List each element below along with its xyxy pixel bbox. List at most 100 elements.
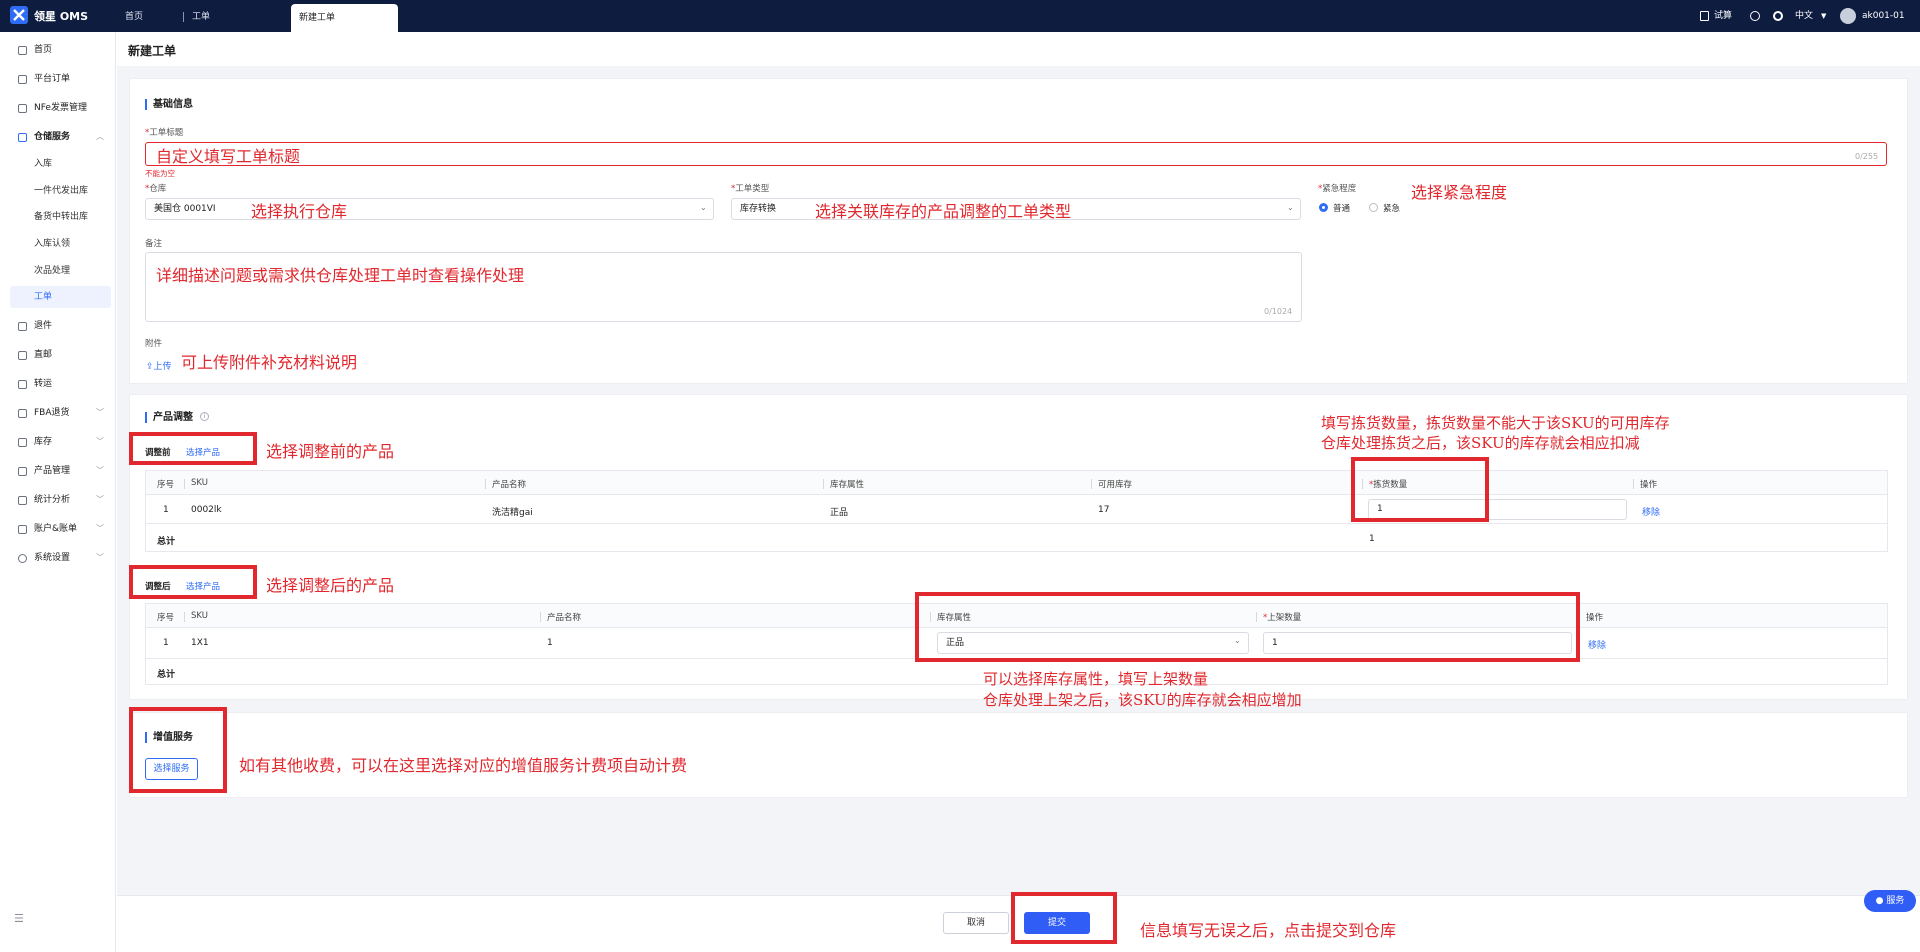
sidebar-item-stats[interactable]: 统计分析 ﹀: [0, 488, 116, 512]
type-chevron-icon[interactable]: ⌄: [1287, 203, 1294, 212]
settings-icon: [18, 554, 27, 563]
fba-icon: [18, 409, 27, 418]
sidebar-subitem-workorder[interactable]: 工单: [34, 286, 114, 308]
sidebar-item-direct-mail[interactable]: 直邮: [0, 343, 116, 367]
title-error: 不能为空: [145, 169, 175, 178]
before-row-name: 洗洁精gai: [492, 508, 533, 518]
annotation-before: 选择调整前的产品: [266, 442, 395, 461]
top-navigation-bar: [0, 0, 1920, 32]
chevron-down-icon: ﹀: [96, 437, 104, 446]
page-title: 新建工单: [128, 44, 177, 58]
sidebar-item-platform-orders[interactable]: 平台订单: [0, 67, 116, 91]
sidebar-item-nfe[interactable]: NFe发票管理: [0, 96, 116, 120]
after-col-index: 序号: [157, 613, 175, 623]
urgency-radio-urgent[interactable]: [1369, 203, 1378, 212]
column-separator: [1091, 479, 1092, 489]
highlight-attr-qty: [915, 592, 1580, 662]
urgency-radio-normal[interactable]: [1319, 203, 1328, 212]
transfer-icon: [18, 380, 27, 389]
column-separator: [184, 479, 185, 489]
remark-counter: 0/1024: [1264, 307, 1293, 316]
sidebar-subitem-inbound[interactable]: 入库: [34, 153, 114, 175]
sidebar-item-warehouse-service[interactable]: 仓储服务 ︿: [0, 125, 116, 149]
highlight-after-selector: [129, 565, 257, 599]
sidebar-item-transfer[interactable]: 转运: [0, 372, 116, 396]
column-separator: [1633, 479, 1634, 489]
after-row-sku: 1X1: [191, 638, 209, 648]
urgency-normal-label: 普通: [1333, 204, 1351, 214]
sidebar-item-inventory[interactable]: 库存 ﹀: [0, 430, 116, 454]
annotation-vas: 如有其他收费，可以在这里选择对应的增值服务计费项自动计费: [239, 756, 688, 775]
before-col-action: 操作: [1640, 480, 1658, 490]
type-label: *工单类型: [731, 184, 770, 194]
highlight-pick-qty: [1351, 457, 1489, 522]
cancel-button[interactable]: 取消: [943, 912, 1009, 934]
download-icon[interactable]: [1750, 11, 1760, 21]
sidebar-item-product[interactable]: 产品管理 ﹀: [0, 459, 116, 483]
before-row-remove-link[interactable]: 移除: [1642, 505, 1660, 518]
sidebar-subitem-transfer-out[interactable]: 备货中转出库: [34, 206, 114, 228]
sidebar-item-settings[interactable]: 系统设置 ﹀: [0, 546, 116, 570]
before-table-header: [146, 471, 1887, 495]
tab-home[interactable]: 首页: [125, 0, 143, 32]
title-input[interactable]: [145, 142, 1887, 166]
warehouse-select[interactable]: 美国仓 0001VI: [145, 198, 714, 220]
sidebar-item-fba-returns[interactable]: FBA退货 ﹀: [0, 401, 116, 425]
before-row-available: 17: [1098, 505, 1110, 515]
highlight-before-selector: [129, 432, 257, 465]
before-col-available: 可用库存: [1098, 480, 1133, 490]
after-row-name: 1: [547, 638, 553, 648]
sidebar-item-returns[interactable]: 退件: [0, 314, 116, 338]
before-row-index: 1: [163, 505, 169, 515]
upload-icon: ⇪: [146, 362, 154, 372]
settings-gear-icon[interactable]: [1773, 11, 1783, 21]
product-icon: [18, 467, 27, 476]
logo-text: 领星 OMS: [34, 10, 89, 23]
chevron-up-icon: ︿: [96, 132, 104, 141]
warehouse-icon: [18, 133, 27, 142]
annotation-qty-line1: 填写拣货数量，拣货数量不能大于该SKU的可用库存: [1321, 414, 1670, 432]
annotation-attr-line1: 可以选择库存属性，填写上架数量: [983, 670, 1209, 688]
after-total-label: 总计: [157, 670, 176, 680]
language-selector[interactable]: 中文: [1795, 0, 1813, 32]
stats-icon: [18, 496, 27, 505]
language-chevron-icon[interactable]: ▼: [1821, 0, 1826, 32]
service-badge[interactable]: ● 服务: [1864, 890, 1916, 912]
basic-info-card: [129, 78, 1908, 384]
sidebar-subitem-claim[interactable]: 入库认领: [34, 233, 114, 255]
chevron-down-icon: ﹀: [96, 466, 104, 475]
before-col-sku: SKU: [191, 478, 208, 488]
logo-icon: [10, 6, 28, 24]
username[interactable]: ak001-01: [1862, 0, 1905, 32]
sidebar-subitem-defect[interactable]: 次品处理: [34, 260, 114, 282]
tab-new-workorder[interactable]: 新建工单: [291, 4, 398, 32]
chevron-down-icon: ﹀: [96, 524, 104, 533]
page-title-bar: [117, 32, 1920, 66]
warehouse-chevron-icon[interactable]: ⌄: [700, 203, 707, 212]
annotation-qty-line2: 仓库处理拣货之后，该SKU的库存就会相应扣减: [1321, 434, 1640, 452]
after-col-sku: SKU: [191, 611, 208, 621]
before-row-attr: 正品: [830, 508, 849, 518]
collapse-sidebar-icon[interactable]: ☰: [14, 912, 24, 925]
sidebar-subitem-dropship[interactable]: 一件代发出库: [34, 180, 114, 202]
info-icon[interactable]: i: [200, 412, 209, 421]
calculator-icon[interactable]: [1700, 11, 1709, 21]
tab-workorder[interactable]: 工单: [192, 0, 210, 32]
calc-link[interactable]: 试算: [1714, 0, 1732, 32]
chevron-down-icon: ﹀: [96, 495, 104, 504]
after-row-remove-link[interactable]: 移除: [1588, 638, 1606, 651]
after-col-name: 产品名称: [547, 613, 582, 623]
product-adjust-title: 产品调整: [145, 412, 193, 423]
urgency-urgent-label: 紧急: [1383, 204, 1401, 214]
remark-label: 备注: [145, 239, 163, 249]
title-counter: 0/255: [1855, 152, 1879, 161]
sidebar-item-home[interactable]: 首页: [0, 38, 116, 62]
upload-button[interactable]: ⇪上传: [146, 359, 172, 372]
tab-separator: [183, 12, 184, 22]
after-row-index: 1: [163, 638, 169, 648]
before-row-sku: 0002lk: [191, 505, 222, 515]
annotation-warehouse: 选择执行仓库: [251, 202, 348, 221]
sidebar-item-account[interactable]: 账户&账单 ﹀: [0, 517, 116, 541]
column-separator: [485, 479, 486, 489]
avatar[interactable]: [1840, 8, 1856, 24]
